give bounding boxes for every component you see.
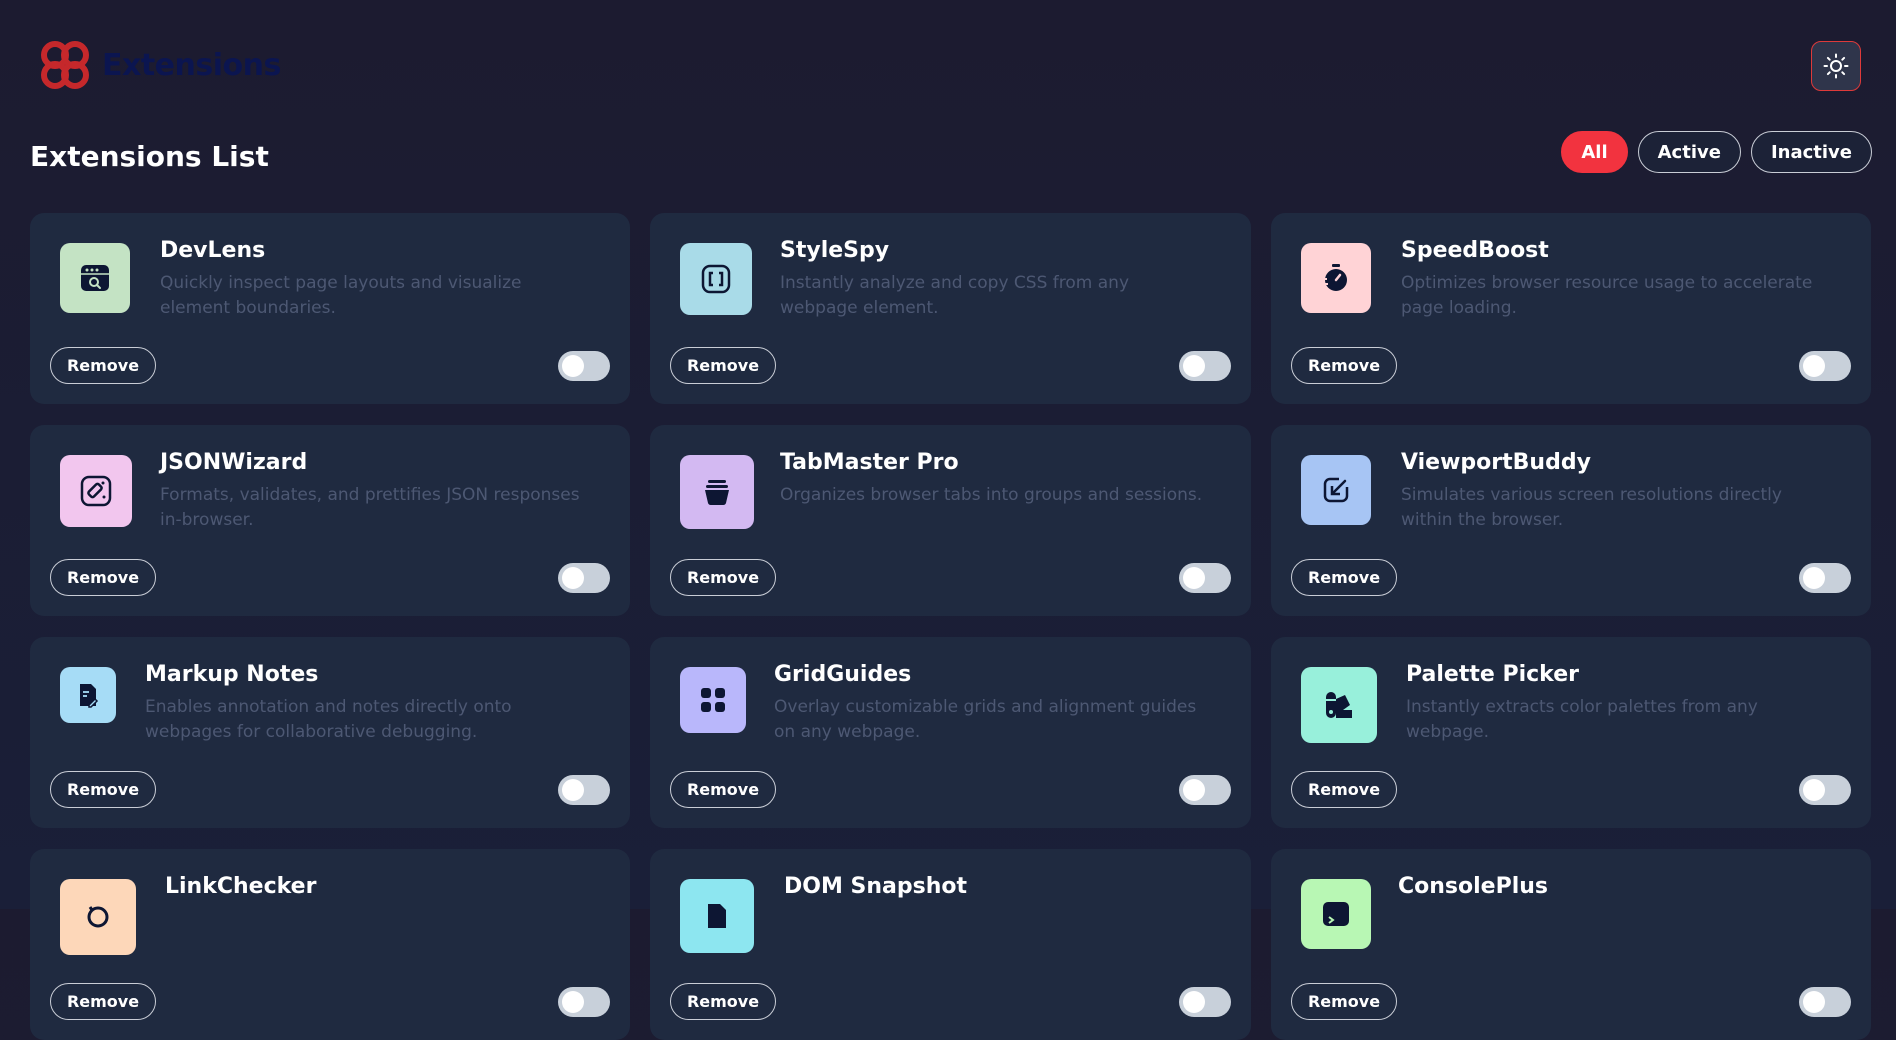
enable-toggle[interactable] (1799, 775, 1851, 805)
remove-button[interactable]: Remove (50, 559, 156, 596)
extension-description: Optimizes browser resource usage to acce… (1401, 273, 1813, 318)
app-header: Extensions (0, 0, 1896, 130)
extension-card: StyleSpy Instantly analyze and copy CSS … (650, 213, 1251, 404)
remove-button[interactable]: Remove (670, 347, 776, 384)
filter-active[interactable]: Active (1637, 131, 1741, 173)
logo-text: Extensions (102, 47, 281, 83)
enable-toggle[interactable] (1799, 563, 1851, 593)
console-icon (1301, 879, 1371, 949)
extension-card: TabMaster Pro Organizes browser tabs int… (650, 425, 1251, 616)
remove-button[interactable]: Remove (1291, 347, 1397, 384)
extension-card: JSONWizard Formats, validates, and prett… (30, 425, 630, 616)
wand-icon (60, 455, 132, 527)
remove-button[interactable]: Remove (50, 771, 156, 808)
inspect-window-icon (60, 243, 130, 313)
extension-name: DevLens (160, 238, 266, 263)
enable-toggle[interactable] (1179, 563, 1231, 593)
extension-name: ViewportBuddy (1401, 450, 1591, 475)
brackets-icon (680, 243, 752, 315)
extension-name: JSONWizard (160, 450, 308, 475)
extension-description: Instantly extracts color palettes from a… (1406, 697, 1758, 742)
palette-icon (1301, 667, 1377, 743)
extension-card: ViewportBuddy Simulates various screen r… (1271, 425, 1871, 616)
extension-card: SpeedBoost Optimizes browser resource us… (1271, 213, 1871, 404)
extension-card: ConsolePlus Remove (1271, 849, 1871, 1040)
link-check-icon (60, 879, 136, 955)
remove-button[interactable]: Remove (670, 559, 776, 596)
extension-name: DOM Snapshot (784, 874, 968, 899)
extension-description: Instantly analyze and copy CSS from any … (780, 273, 1129, 318)
filter-all[interactable]: All (1561, 131, 1628, 173)
extension-card: LinkChecker Remove (30, 849, 630, 1040)
remove-button[interactable]: Remove (670, 771, 776, 808)
logo: Extensions (38, 38, 281, 92)
filter-inactive[interactable]: Inactive (1750, 131, 1872, 173)
tab-stack-icon (680, 455, 754, 529)
extension-name: SpeedBoost (1401, 238, 1549, 263)
enable-toggle[interactable] (1179, 987, 1231, 1017)
remove-button[interactable]: Remove (50, 983, 156, 1020)
extension-name: LinkChecker (165, 874, 317, 899)
extension-description: Simulates various screen resolutions dir… (1401, 485, 1782, 530)
remove-button[interactable]: Remove (1291, 771, 1397, 808)
remove-button[interactable]: Remove (1291, 983, 1397, 1020)
extension-card: DevLens Quickly inspect page layouts and… (30, 213, 630, 404)
extension-description: Formats, validates, and prettifies JSON … (160, 485, 580, 530)
enable-toggle[interactable] (558, 563, 610, 593)
remove-button[interactable]: Remove (50, 347, 156, 384)
extension-name: Markup Notes (145, 662, 319, 687)
enable-toggle[interactable] (558, 775, 610, 805)
extension-description: Quickly inspect page layouts and visuali… (160, 273, 522, 318)
extension-name: StyleSpy (780, 238, 890, 263)
page-title: Extensions List (30, 140, 269, 173)
remove-button[interactable]: Remove (1291, 559, 1397, 596)
enable-toggle[interactable] (1799, 351, 1851, 381)
extension-name: TabMaster Pro (780, 450, 959, 475)
resize-arrow-icon (1301, 455, 1371, 525)
extension-description: Enables annotation and notes directly on… (145, 697, 512, 742)
note-pen-icon (60, 667, 116, 723)
enable-toggle[interactable] (1799, 987, 1851, 1017)
enable-toggle[interactable] (1179, 775, 1231, 805)
extension-card: DOM Snapshot Remove (650, 849, 1251, 1040)
extension-name: Palette Picker (1406, 662, 1579, 687)
extension-card: Markup Notes Enables annotation and note… (30, 637, 630, 828)
extension-description: Overlay customizable grids and alignment… (774, 697, 1197, 742)
theme-toggle-button[interactable] (1811, 41, 1861, 91)
grid-blocks-icon (680, 667, 746, 733)
filter-tabs: All Active Inactive (1561, 131, 1872, 173)
enable-toggle[interactable] (558, 351, 610, 381)
remove-button[interactable]: Remove (670, 983, 776, 1020)
extension-name: GridGuides (774, 662, 912, 687)
extension-name: ConsolePlus (1398, 874, 1549, 899)
enable-toggle[interactable] (1179, 351, 1231, 381)
snapshot-icon (680, 879, 754, 953)
sun-icon (1823, 53, 1849, 79)
extension-card: Palette Picker Instantly extracts color … (1271, 637, 1871, 828)
logo-icon (41, 41, 89, 89)
extensions-grid: DevLens Quickly inspect page layouts and… (30, 213, 1871, 1040)
enable-toggle[interactable] (558, 987, 610, 1017)
extension-card: GridGuides Overlay customizable grids an… (650, 637, 1251, 828)
stopwatch-icon (1301, 243, 1371, 313)
extension-description: Organizes browser tabs into groups and s… (780, 485, 1203, 505)
